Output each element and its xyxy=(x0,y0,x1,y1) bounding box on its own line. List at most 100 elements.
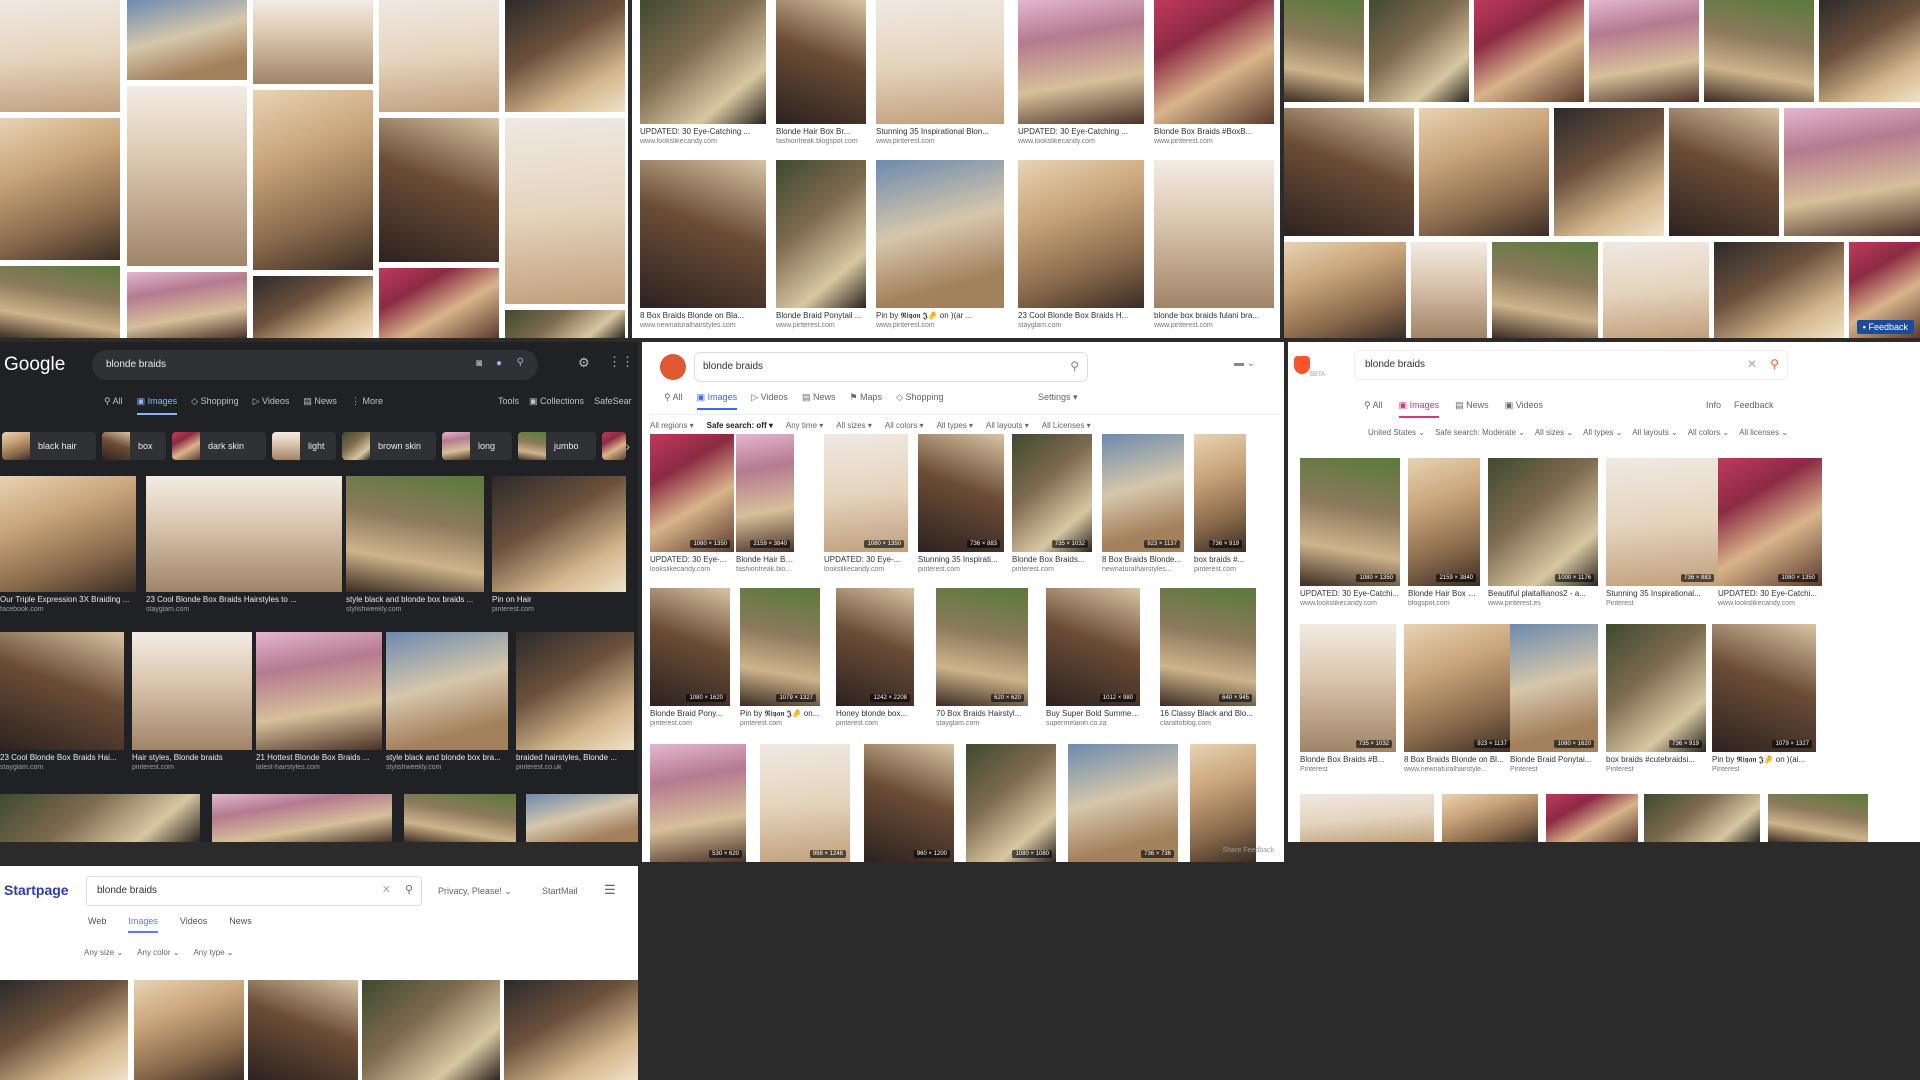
image-result[interactable]: Hair styles, Blonde braids pinterest.com xyxy=(132,632,252,772)
image-result[interactable]: 1080 × 1350 UPDATED: 30 Eye-Catchi... www.… xyxy=(1718,458,1822,614)
type-filter[interactable]: Any type ⌄ xyxy=(193,948,233,957)
image-thumb[interactable] xyxy=(1154,0,1274,124)
image-thumb[interactable] xyxy=(127,0,247,80)
image-thumb[interactable] xyxy=(1018,160,1144,308)
filter-dropdown[interactable]: All layouts ⌄ xyxy=(1632,428,1677,437)
result-source[interactable]: pinterest.com xyxy=(492,606,626,613)
image-thumb[interactable] xyxy=(379,268,499,338)
image-result[interactable]: 23 Cool Blonde Box Braids H... stayglam.c… xyxy=(1018,160,1144,332)
tab-videos[interactable]: ▷ Videos xyxy=(253,396,290,415)
result-title[interactable]: Blonde Braid Ponytail ... xyxy=(776,311,866,320)
hamburger-menu-icon[interactable]: ☰ xyxy=(604,882,616,898)
filter-dropdown[interactable]: All types ⌄ xyxy=(1583,428,1622,437)
image-result[interactable]: 923 × 1137 8 Box Braids Blonde... newnatur… xyxy=(1102,434,1184,584)
result-source[interactable]: pinterest.com xyxy=(740,720,820,727)
result-title[interactable]: Stunning 35 Inspirati... xyxy=(918,555,1004,564)
image-result[interactable] xyxy=(0,794,200,842)
settings-dropdown[interactable]: Settings ▾ xyxy=(1038,392,1078,403)
result-source[interactable]: Pinterest xyxy=(1606,600,1718,607)
google-logo[interactable]: Google xyxy=(4,354,65,376)
image-result[interactable] xyxy=(526,794,638,842)
tab-shopping[interactable]: ◇ Shopping xyxy=(896,392,943,410)
image-thumb[interactable] xyxy=(346,476,484,592)
image-thumb[interactable] xyxy=(146,476,342,592)
result-source[interactable]: www.pinterest.com xyxy=(876,138,1004,145)
image-result[interactable]: UPDATED: 30 Eye-Catching ... www.lookslik… xyxy=(640,0,766,150)
image-result[interactable]: 1080 × 1350 UPDATED: 30 Eye-... lookslikec… xyxy=(650,434,734,584)
tab-all[interactable]: ⚲ All xyxy=(664,392,683,410)
image-thumb[interactable] xyxy=(0,118,120,260)
image-thumb[interactable] xyxy=(505,310,625,338)
image-result[interactable]: blonde box braids fulani bra... www.pinte… xyxy=(1154,160,1274,332)
result-source[interactable]: supermelanin.co.za xyxy=(1046,720,1140,727)
filter-dropdown[interactable]: All regions ▾ xyxy=(650,421,694,430)
image-thumb[interactable] xyxy=(876,160,1004,308)
image-result[interactable]: 735 × 1032 Blonde Box Braids #B... Pintere… xyxy=(1300,624,1396,780)
result-source[interactable]: stylishweekly.com xyxy=(386,764,508,771)
related-chip[interactable]: long xyxy=(442,432,512,460)
image-result[interactable]: 923 × 1137 8 Box Braids Blonde on Bl... ww… xyxy=(1404,624,1514,780)
image-thumb[interactable] xyxy=(1369,0,1469,102)
result-source[interactable]: Pinterest xyxy=(1712,766,1816,773)
image-thumb[interactable] xyxy=(1018,0,1144,124)
related-chip[interactable]: brown skin xyxy=(342,432,436,460)
result-title[interactable]: UPDATED: 30 Eye-Catching ... xyxy=(1018,127,1144,136)
result-title[interactable]: Blonde Box Braids... xyxy=(1012,555,1092,564)
image-result[interactable] xyxy=(1190,744,1256,862)
image-thumb[interactable] xyxy=(0,0,120,112)
image-thumb[interactable] xyxy=(526,794,638,842)
image-result[interactable]: Our Triple Expression 3X Braiding ... fac… xyxy=(0,476,136,616)
tab-images[interactable]: ▣ Images xyxy=(136,396,178,415)
image-thumb[interactable] xyxy=(132,632,252,750)
result-title[interactable]: Pin by 𝕽𝖎𝖞𝖆𝖓 𝕵🤌 on )(ar ... xyxy=(876,311,1004,321)
result-title[interactable]: Hair styles, Blonde braids xyxy=(132,753,252,762)
image-thumb[interactable] xyxy=(127,272,247,338)
filter-dropdown[interactable]: All Licenses ▾ xyxy=(1042,421,1091,430)
result-source[interactable]: www.newnaturalhairstyle... xyxy=(1404,766,1514,773)
image-thumb[interactable] xyxy=(1300,624,1396,752)
result-title[interactable]: 23 Cool Blonde Box Braids Hai... xyxy=(0,753,124,762)
tab-maps[interactable]: ⚑ Maps xyxy=(849,392,882,410)
result-source[interactable]: newnaturalhairstyles... xyxy=(1102,566,1184,573)
image-thumb[interactable] xyxy=(1606,458,1718,586)
result-source[interactable]: lookslikecandy.com xyxy=(824,566,908,573)
tab-news[interactable]: News xyxy=(229,916,252,933)
result-source[interactable]: www.lookslikecandy.com xyxy=(640,138,766,145)
filter-dropdown[interactable]: All sizes ⌄ xyxy=(1535,428,1573,437)
image-result[interactable]: Pin by 𝕽𝖎𝖞𝖆𝖓 𝕵🤌 on )(ar ... www.pinterest… xyxy=(876,160,1004,332)
image-thumb[interactable] xyxy=(253,0,373,84)
image-thumb[interactable] xyxy=(640,0,766,124)
image-thumb[interactable] xyxy=(379,0,499,112)
tab-shopping[interactable]: ◇ Shopping xyxy=(191,396,238,415)
search-icon[interactable]: ⚲ xyxy=(1770,357,1779,371)
image-result[interactable]: 1080 × 1620 Blonde Braid Ponytai... Pinter… xyxy=(1510,624,1598,780)
image-result[interactable]: 736 × 919 box braids #... pinterest.com xyxy=(1194,434,1246,584)
image-thumb[interactable] xyxy=(505,118,625,304)
result-source[interactable]: www.pinterest.com xyxy=(876,322,1004,329)
mic-icon[interactable]: ● xyxy=(496,358,502,369)
image-thumb[interactable] xyxy=(386,632,508,750)
image-thumb[interactable] xyxy=(1712,624,1816,752)
result-title[interactable]: UPDATED: 30 Eye-Catching ... xyxy=(640,127,766,136)
image-thumb[interactable] xyxy=(1408,458,1480,586)
image-result[interactable] xyxy=(1300,794,1434,842)
image-thumb[interactable] xyxy=(1704,0,1814,102)
image-thumb[interactable] xyxy=(1404,624,1514,752)
result-source[interactable]: Pinterest xyxy=(1510,766,1598,773)
image-result[interactable]: braided hairstyles, Blonde ... pinterest.… xyxy=(516,632,634,772)
search-input[interactable]: blonde braids xyxy=(703,361,763,372)
image-thumb[interactable] xyxy=(1714,242,1844,338)
image-thumb[interactable] xyxy=(1068,744,1178,862)
filter-dropdown[interactable]: United States ⌄ xyxy=(1368,428,1425,437)
image-result[interactable] xyxy=(1768,794,1868,842)
image-result[interactable]: 1000 × 1176 Beautiful plaitallianos2 - a.… xyxy=(1488,458,1598,614)
result-title[interactable]: Buy Super Bold Summer Blon... xyxy=(1046,709,1140,718)
image-result[interactable]: 1242 × 2208 Honey blonde box... pinterest.… xyxy=(836,588,914,738)
result-title[interactable]: Blonde Hair Box B... xyxy=(1408,589,1480,598)
tab-all[interactable]: ⚲ All xyxy=(104,396,123,415)
result-source[interactable]: pinterest.com xyxy=(918,566,1004,573)
result-source[interactable]: fashionfreak.blogs... xyxy=(736,566,794,573)
image-result[interactable] xyxy=(404,794,516,842)
image-thumb[interactable] xyxy=(740,588,820,706)
result-title[interactable]: Beautiful plaitallianos2 - a... xyxy=(1488,589,1598,598)
